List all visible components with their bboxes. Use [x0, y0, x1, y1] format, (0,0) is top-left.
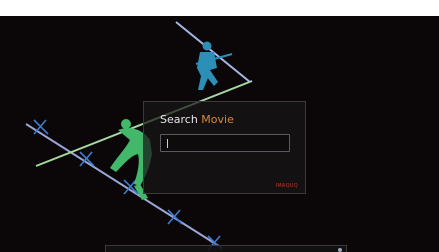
brand-logo: IMAQUQ	[275, 183, 298, 189]
app-screen: Search Movie IMAQUQ	[0, 16, 439, 252]
blue-figure	[197, 41, 218, 90]
text-caret	[167, 139, 168, 148]
status-dot-icon	[338, 248, 342, 252]
search-input[interactable]	[160, 134, 290, 152]
bottom-panel[interactable]	[105, 245, 347, 252]
dialog-title: Search Movie	[160, 113, 234, 126]
search-movie-dialog: Search Movie IMAQUQ	[143, 101, 306, 194]
dialog-title-search-word: Search	[160, 113, 198, 126]
dialog-title-movie-word: Movie	[201, 113, 234, 126]
